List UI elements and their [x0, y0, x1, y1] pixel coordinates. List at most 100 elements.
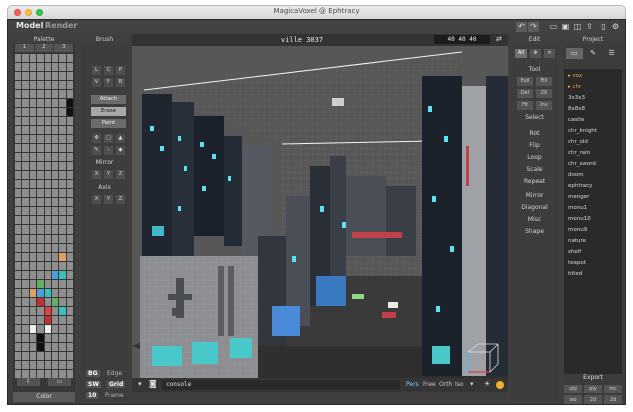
palette-swatch[interactable] — [51, 315, 59, 324]
brush-type-c[interactable]: C — [104, 66, 113, 75]
palette-swatch[interactable] — [15, 369, 22, 378]
palette-swatch[interactable] — [29, 270, 37, 279]
palette-swatch[interactable] — [22, 288, 29, 297]
save-icon[interactable]: ▣ — [560, 22, 571, 32]
palette-swatch[interactable] — [15, 351, 22, 360]
palette-swatch[interactable] — [59, 153, 66, 162]
palette-swatch[interactable] — [51, 252, 59, 261]
palette-swatch[interactable] — [44, 297, 51, 306]
palette-swatch[interactable] — [15, 342, 22, 351]
mirror-z-button[interactable]: Z — [116, 170, 125, 179]
palette-swatch[interactable] — [66, 342, 73, 351]
palette-swatch[interactable] — [51, 279, 59, 288]
palette-swatch[interactable] — [66, 54, 73, 63]
export-iso-button[interactable]: iso — [564, 396, 582, 404]
tool-del-button[interactable]: Del — [517, 89, 533, 98]
palette-swatch[interactable] — [37, 72, 44, 81]
palette-swatch[interactable] — [44, 234, 51, 243]
palette-swatch[interactable] — [29, 198, 37, 207]
palette-swatch[interactable] — [59, 333, 66, 342]
palette-swatch[interactable] — [37, 279, 44, 288]
palette-swatch[interactable] — [51, 288, 59, 297]
palette-swatch[interactable] — [59, 297, 66, 306]
palette-swatch[interactable] — [22, 117, 29, 126]
palette-swatch[interactable] — [15, 117, 22, 126]
palette-swatch[interactable] — [22, 126, 29, 135]
palette-swatch[interactable] — [51, 369, 59, 378]
palette-swatch[interactable] — [15, 288, 22, 297]
palette-swatch[interactable] — [59, 369, 66, 378]
palette-swatch[interactable] — [59, 180, 66, 189]
palette-swatch[interactable] — [22, 243, 29, 252]
palette-swatch[interactable] — [59, 225, 66, 234]
palette-swatch[interactable] — [59, 360, 66, 369]
mirror-x-button[interactable]: X — [92, 170, 101, 179]
palette-swatch[interactable] — [22, 153, 29, 162]
palette-swatch[interactable] — [37, 342, 44, 351]
palette-swatch[interactable] — [66, 99, 73, 108]
palette-swatch[interactable] — [66, 72, 73, 81]
palette-swatch[interactable] — [37, 189, 44, 198]
palette-swatch[interactable] — [59, 90, 66, 99]
palette-swatch[interactable] — [22, 351, 29, 360]
project-file-item[interactable]: nature — [568, 238, 586, 244]
export-2d-button[interactable]: 2d — [584, 396, 602, 404]
palette-swatch[interactable] — [51, 153, 59, 162]
tab-render[interactable]: Render — [45, 21, 77, 30]
palette-swatch[interactable] — [29, 342, 37, 351]
palette-swatch[interactable] — [44, 180, 51, 189]
camera-icon[interactable]: ◙ — [149, 379, 157, 388]
palette-swatch[interactable] — [29, 126, 37, 135]
palette-swatch[interactable] — [66, 333, 73, 342]
palette-page-3[interactable]: 3 — [54, 44, 74, 52]
palette-swatch[interactable] — [37, 126, 44, 135]
palette-swatch[interactable] — [44, 306, 51, 315]
palette-swatch[interactable] — [66, 108, 73, 117]
palette-swatch[interactable] — [44, 72, 51, 81]
palette-swatch[interactable] — [15, 153, 22, 162]
palette-swatch[interactable] — [59, 315, 66, 324]
palette-swatch[interactable] — [29, 243, 37, 252]
palette-swatch[interactable] — [37, 306, 44, 315]
palette-swatch[interactable] — [66, 252, 73, 261]
palette-swatch[interactable] — [15, 54, 22, 63]
palette-swatch[interactable] — [44, 324, 51, 333]
project-folder-item[interactable]: ▸ chr — [568, 84, 581, 90]
palette-swatch[interactable] — [59, 135, 66, 144]
palette-swatch[interactable] — [37, 297, 44, 306]
palette-swatch[interactable] — [29, 180, 37, 189]
palette-swatch[interactable] — [22, 72, 29, 81]
palette-swatch[interactable] — [44, 54, 51, 63]
save-as-icon[interactable]: ◫ — [572, 22, 583, 32]
palette-swatch[interactable] — [59, 54, 66, 63]
palette-swatch[interactable] — [51, 216, 59, 225]
palette-swatch[interactable] — [51, 135, 59, 144]
color-dot-icon[interactable] — [496, 381, 504, 389]
palette-swatch[interactable] — [44, 369, 51, 378]
palette-swatch[interactable] — [37, 261, 44, 270]
palette-swatch[interactable] — [29, 90, 37, 99]
palette-swatch[interactable] — [29, 225, 37, 234]
line-icon[interactable]: – — [104, 146, 113, 155]
color-label[interactable]: Color — [13, 392, 75, 402]
palette-swatch[interactable] — [29, 153, 37, 162]
palette-swatch[interactable] — [29, 99, 37, 108]
palette-swatch[interactable] — [59, 117, 66, 126]
palette-swatch[interactable] — [29, 144, 37, 153]
palette-swatch[interactable] — [15, 279, 22, 288]
palette-swatch[interactable] — [51, 117, 59, 126]
palette-swatch[interactable] — [66, 324, 73, 333]
palette-swatch[interactable] — [51, 351, 59, 360]
select-box-icon[interactable]: ▢ — [104, 134, 113, 143]
palette-swatch[interactable] — [37, 360, 44, 369]
palette-swatch[interactable] — [15, 63, 22, 72]
palette-swatch[interactable] — [15, 234, 22, 243]
pick-icon[interactable]: ▲ — [116, 134, 125, 143]
palette-swatch[interactable] — [15, 261, 22, 270]
palette-swatch[interactable] — [59, 189, 66, 198]
projection-iso[interactable]: Iso — [455, 381, 464, 388]
frame-toggle[interactable]: Frame — [105, 392, 124, 399]
axis-z-button[interactable]: Z — [116, 195, 125, 204]
palette-swatch[interactable] — [22, 162, 29, 171]
palette-swatch[interactable] — [29, 288, 37, 297]
